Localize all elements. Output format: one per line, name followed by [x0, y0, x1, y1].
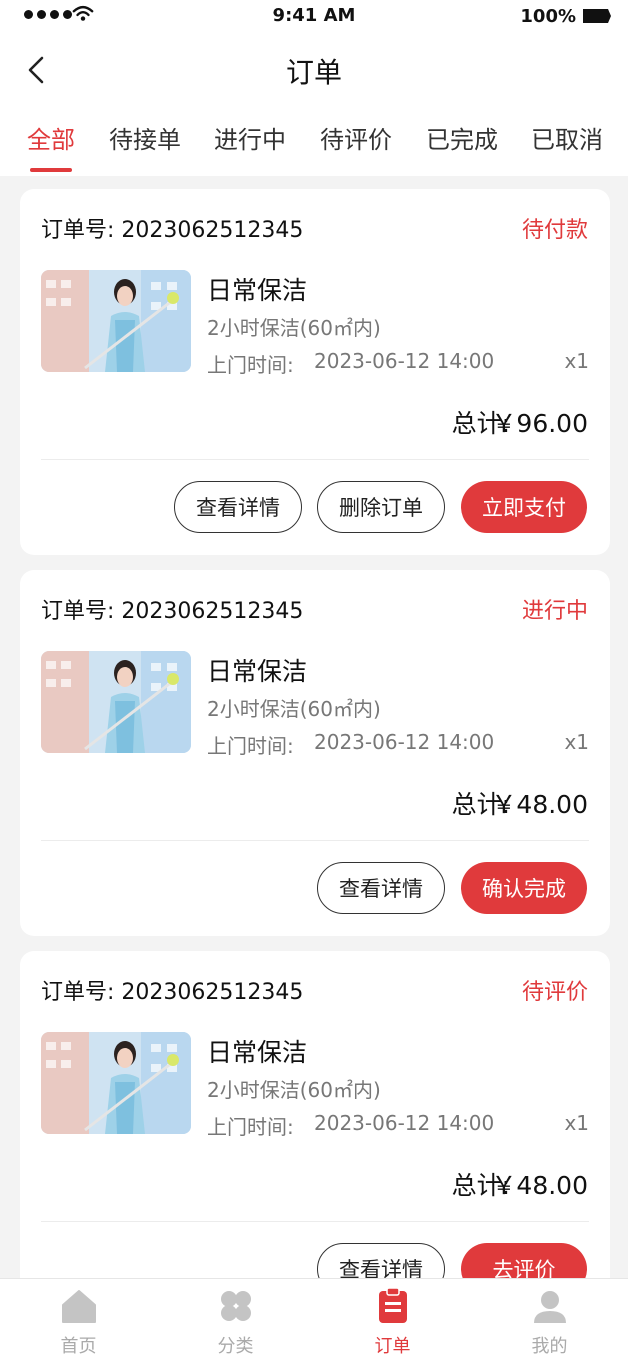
- bottom-tab-bar: 首页 分类 订单 我的: [0, 1278, 628, 1360]
- tabbar-label: 首页: [60, 1336, 97, 1357]
- battery-icon: [583, 9, 611, 23]
- tabbar-category[interactable]: 分类: [157, 1279, 314, 1360]
- service-thumbnail: [41, 1032, 191, 1134]
- service-thumbnail: [41, 651, 191, 753]
- active-tab-indicator: [30, 168, 72, 172]
- order-number: 订单号: 2023062512345: [41, 599, 304, 624]
- divider: [41, 459, 589, 460]
- view-details-button[interactable]: 查看详情: [317, 862, 445, 914]
- home-icon: [62, 1290, 96, 1323]
- status-bar: 9:41 AM 100%: [0, 0, 628, 34]
- page-title: 订单: [285, 56, 342, 89]
- nav-bar: 订单: [0, 34, 628, 104]
- tabbar-label: 我的: [531, 1336, 568, 1357]
- order-status-tabs: 全部 待接单 进行中 待评价 已完成 已取消: [0, 104, 628, 176]
- order-status: 待付款: [521, 218, 588, 243]
- category-icon: [221, 1291, 251, 1321]
- divider: [41, 840, 589, 841]
- tab-pending-review[interactable]: 待评价: [320, 120, 392, 155]
- quantity: x1: [564, 1111, 589, 1135]
- visit-time: 2023-06-12 14:00: [314, 730, 495, 754]
- visit-time-label: 上门时间:: [207, 734, 294, 758]
- service-name: 日常保洁: [207, 1038, 308, 1067]
- visit-time-label: 上门时间:: [207, 1115, 294, 1139]
- order-status: 待评价: [521, 980, 588, 1005]
- quantity: x1: [564, 730, 589, 754]
- order-number: 订单号: 2023062512345: [41, 218, 304, 243]
- delete-order-button[interactable]: 删除订单: [317, 481, 445, 533]
- tabbar-orders[interactable]: 订单: [314, 1279, 471, 1360]
- service-thumbnail: [41, 270, 191, 372]
- tab-cancelled[interactable]: 已取消: [531, 120, 603, 155]
- divider: [41, 1221, 589, 1222]
- service-spec: 2小时保洁(60㎡内): [207, 697, 381, 721]
- tab-in-progress[interactable]: 进行中: [214, 120, 286, 155]
- confirm-complete-button[interactable]: 确认完成: [461, 862, 587, 914]
- tabbar-home[interactable]: 首页: [0, 1279, 157, 1360]
- tabbar-profile[interactable]: 我的: [471, 1279, 628, 1360]
- profile-icon: [534, 1291, 566, 1323]
- tabbar-label: 订单: [374, 1336, 411, 1357]
- tab-completed[interactable]: 已完成: [426, 120, 498, 155]
- visit-time: 2023-06-12 14:00: [314, 349, 495, 373]
- order-number: 订单号: 2023062512345: [41, 980, 304, 1005]
- pay-now-button[interactable]: 立即支付: [461, 481, 587, 533]
- total-amount: ￥48.00: [491, 1171, 588, 1200]
- battery-percent: 100%: [520, 6, 576, 27]
- tab-all[interactable]: 全部: [27, 120, 75, 155]
- order-card[interactable]: 订单号: 2023062512345 待评价 日常保洁 2小时保洁(60㎡内) …: [20, 951, 610, 1317]
- quantity: x1: [564, 349, 589, 373]
- visit-time: 2023-06-12 14:00: [314, 1111, 495, 1135]
- total-amount: ￥96.00: [491, 409, 588, 438]
- visit-time-label: 上门时间:: [207, 353, 294, 377]
- order-card[interactable]: 订单号: 2023062512345 进行中 日常保洁 2小时保洁(60㎡内) …: [20, 570, 610, 936]
- tabbar-label: 分类: [217, 1336, 254, 1357]
- service-spec: 2小时保洁(60㎡内): [207, 1078, 381, 1102]
- order-card[interactable]: 订单号: 2023062512345 待付款 日常保洁 2小时保洁(60㎡内) …: [20, 189, 610, 555]
- service-name: 日常保洁: [207, 657, 308, 686]
- view-details-button[interactable]: 查看详情: [174, 481, 302, 533]
- service-spec: 2小时保洁(60㎡内): [207, 316, 381, 340]
- service-name: 日常保洁: [207, 276, 308, 305]
- tab-pending-accept[interactable]: 待接单: [109, 120, 181, 155]
- order-status: 进行中: [521, 599, 588, 624]
- total-amount: ￥48.00: [491, 790, 588, 819]
- orders-icon: [379, 1287, 407, 1323]
